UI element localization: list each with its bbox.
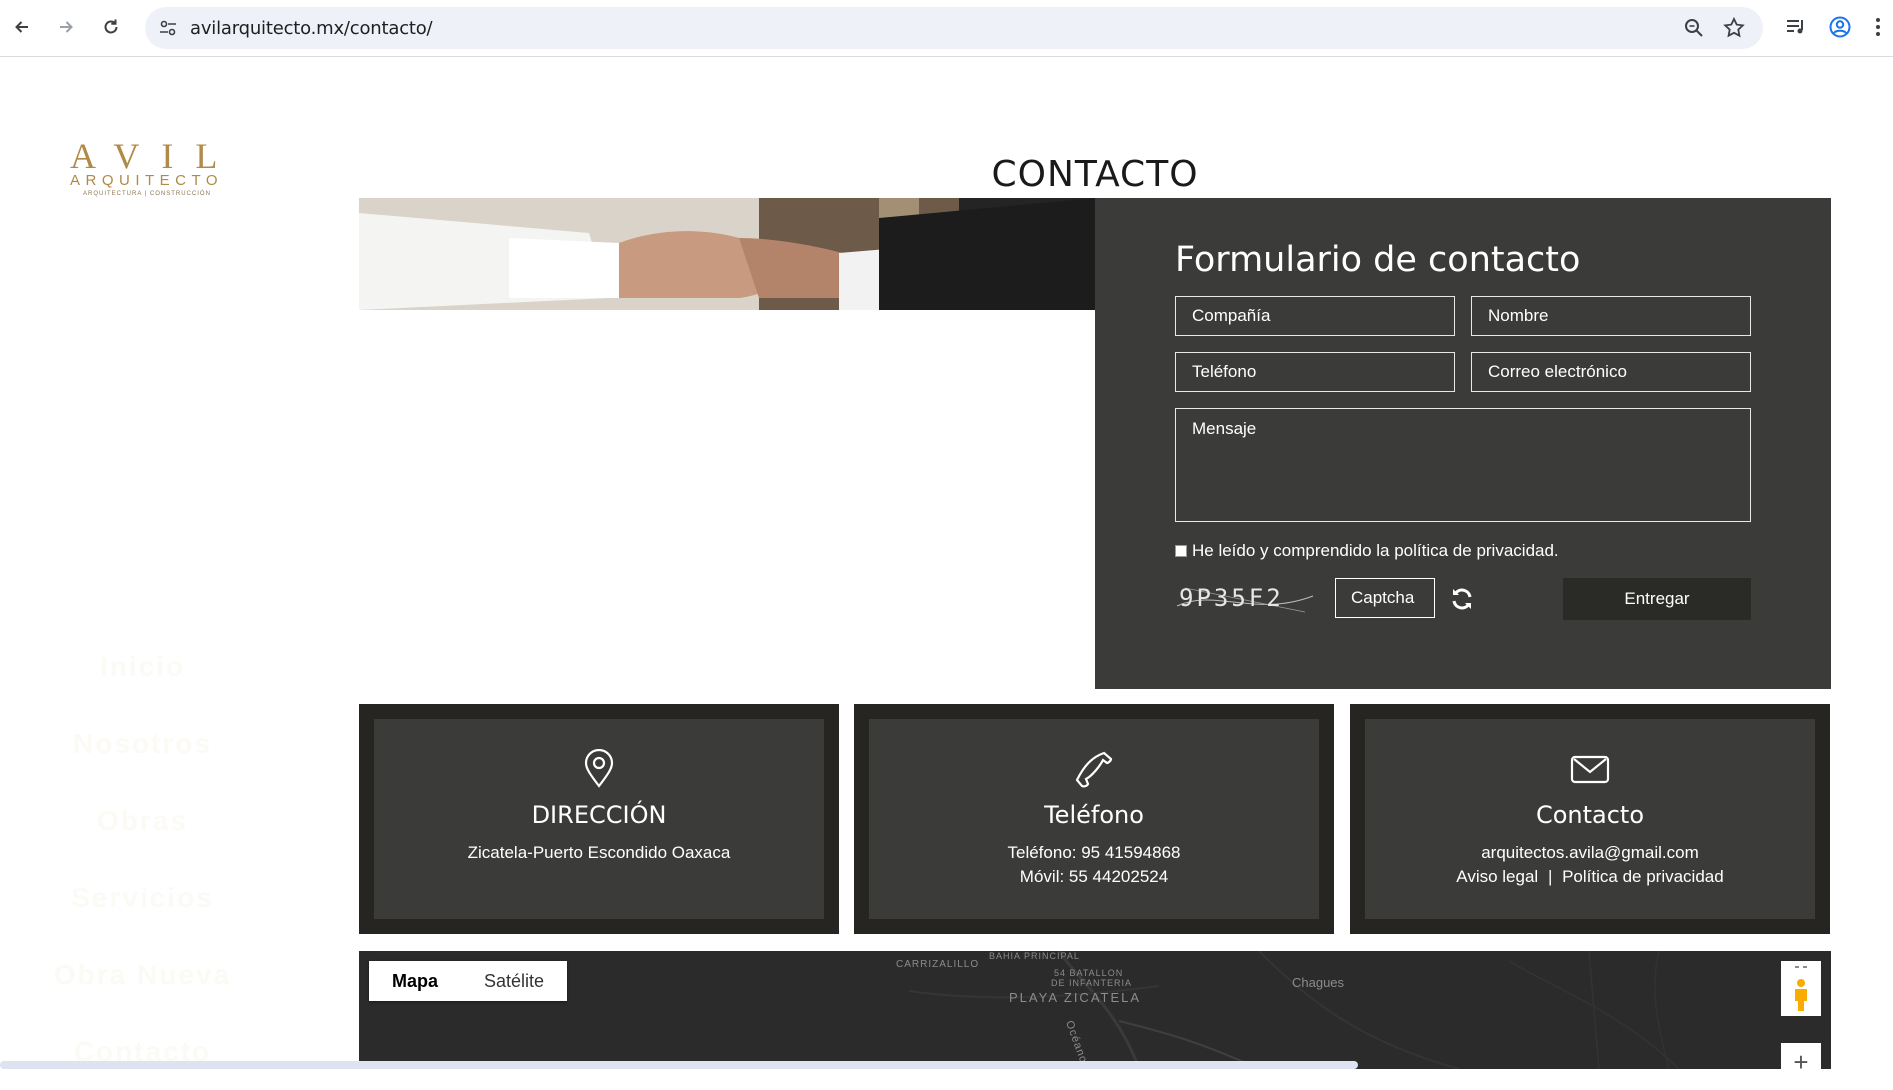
map-tab[interactable]: Mapa bbox=[369, 961, 461, 1001]
address-text: Zicatela-Puerto Escondido Oaxaca bbox=[467, 843, 731, 862]
legal-notice-link[interactable]: Aviso legal bbox=[1456, 867, 1538, 886]
email-input[interactable]: Correo electrónico bbox=[1471, 352, 1751, 392]
embedded-map[interactable]: Mapa Satélite CARRIZALILLO BAHIA PRINCIP… bbox=[359, 951, 1831, 1069]
captcha-input[interactable]: Captcha bbox=[1335, 578, 1435, 618]
nav-item-nosotros[interactable]: Nosotros bbox=[45, 705, 240, 782]
back-icon[interactable] bbox=[7, 12, 37, 42]
street-view-pegman-icon[interactable] bbox=[1781, 961, 1821, 1016]
address-bar[interactable]: avilarquitecto.mx/contacto/ bbox=[145, 7, 1763, 49]
phone-number[interactable]: Teléfono: 95 41594868 bbox=[869, 843, 1319, 863]
legal-links: Aviso legal | Política de privacidad bbox=[1365, 867, 1815, 887]
phone-card: Teléfono Teléfono: 95 41594868 Móvil: 55… bbox=[854, 704, 1334, 934]
nav-item-obras[interactable]: Obras bbox=[45, 782, 240, 859]
url-text[interactable]: avilarquitecto.mx/contacto/ bbox=[190, 18, 433, 39]
envelope-icon bbox=[1570, 755, 1610, 784]
captcha-text: 9P35F2 bbox=[1179, 584, 1284, 612]
name-input[interactable]: Nombre bbox=[1471, 296, 1751, 336]
mobile-number[interactable]: Móvil: 55 44202524 bbox=[869, 867, 1319, 887]
refresh-captcha-icon[interactable] bbox=[1449, 586, 1475, 612]
address-card: DIRECCIÓN Zicatela-Puerto Escondido Oaxa… bbox=[359, 704, 839, 934]
nav-item-contacto[interactable]: Contacto bbox=[45, 1013, 240, 1090]
page-title: CONTACTO bbox=[991, 154, 1199, 195]
phone-input[interactable]: Teléfono bbox=[1175, 352, 1455, 392]
map-label-infanteria: DE INFANTERIA bbox=[1051, 978, 1133, 988]
map-label-chagues: Chagues bbox=[1292, 975, 1345, 990]
map-type-toggle: Mapa Satélite bbox=[369, 961, 568, 1001]
contact-email[interactable]: arquitectos.avila@gmail.com bbox=[1365, 843, 1815, 863]
forward-icon[interactable] bbox=[51, 12, 81, 42]
privacy-checkbox[interactable] bbox=[1175, 545, 1187, 557]
map-label-batallon: 54 BATALLON bbox=[1054, 968, 1124, 978]
logo-sub-text: ARQUITECTO bbox=[70, 172, 224, 189]
side-navigation: Inicio Nosotros Obras Servicios Obra Nue… bbox=[45, 628, 240, 1090]
nav-item-servicios[interactable]: Servicios bbox=[45, 859, 240, 936]
reload-icon[interactable] bbox=[96, 12, 126, 42]
nav-item-obra-nueva[interactable]: Obra Nueva bbox=[45, 936, 240, 1013]
privacy-consent: He leído y comprendido la política de pr… bbox=[1175, 541, 1559, 561]
zoom-icon[interactable] bbox=[1682, 16, 1706, 40]
logo-tagline: ARQUITECTURA | CONSTRUCCIÓN bbox=[83, 191, 211, 197]
site-info-icon[interactable] bbox=[157, 17, 179, 39]
page-content: AVIL ARQUITECTO ARQUITECTURA | CONSTRUCC… bbox=[0, 58, 1893, 1069]
legal-separator: | bbox=[1547, 867, 1553, 886]
phone-heading: Teléfono bbox=[1044, 801, 1144, 829]
form-heading: Formulario de contacto bbox=[1175, 240, 1581, 280]
browser-toolbar: avilarquitecto.mx/contacto/ bbox=[0, 0, 1893, 57]
handshake-hero-image bbox=[359, 198, 1095, 310]
nav-item-inicio[interactable]: Inicio bbox=[45, 628, 240, 705]
location-pin-icon bbox=[584, 749, 614, 788]
map-label-carrizalillo: CARRIZALILLO bbox=[896, 959, 980, 970]
media-queue-icon[interactable] bbox=[1784, 15, 1808, 39]
bookmark-star-icon[interactable] bbox=[1722, 16, 1746, 40]
satellite-tab[interactable]: Satélite bbox=[461, 961, 567, 1001]
profile-icon[interactable] bbox=[1828, 15, 1852, 39]
zoom-in-button[interactable]: + bbox=[1781, 1043, 1821, 1069]
logo-main-text: AVIL bbox=[70, 136, 240, 176]
captcha-image: 9P35F2 bbox=[1175, 578, 1315, 618]
privacy-label[interactable]: He leído y comprendido la política de pr… bbox=[1192, 541, 1559, 561]
map-label-zicatela: PLAYA ZICATELA bbox=[1009, 990, 1142, 1005]
menu-kebab-icon[interactable] bbox=[1872, 15, 1893, 39]
contact-heading: Contacto bbox=[1535, 801, 1645, 829]
phone-icon bbox=[1075, 751, 1113, 788]
map-label-bahia: BAHIA PRINCIPAL bbox=[989, 951, 1080, 961]
submit-button[interactable]: Entregar bbox=[1563, 578, 1751, 620]
message-textarea[interactable]: Mensaje bbox=[1175, 408, 1751, 522]
site-logo[interactable]: AVIL ARQUITECTO ARQUITECTURA | CONSTRUCC… bbox=[68, 138, 218, 198]
horizontal-scrollbar[interactable] bbox=[0, 1061, 1358, 1069]
privacy-policy-link[interactable]: Política de privacidad bbox=[1562, 867, 1724, 886]
contact-form-panel: Formulario de contacto Compañía Nombre T… bbox=[1095, 198, 1831, 689]
company-input[interactable]: Compañía bbox=[1175, 296, 1455, 336]
address-heading: DIRECCIÓN bbox=[531, 801, 667, 829]
contact-card: Contacto arquitectos.avila@gmail.com Avi… bbox=[1350, 704, 1830, 934]
